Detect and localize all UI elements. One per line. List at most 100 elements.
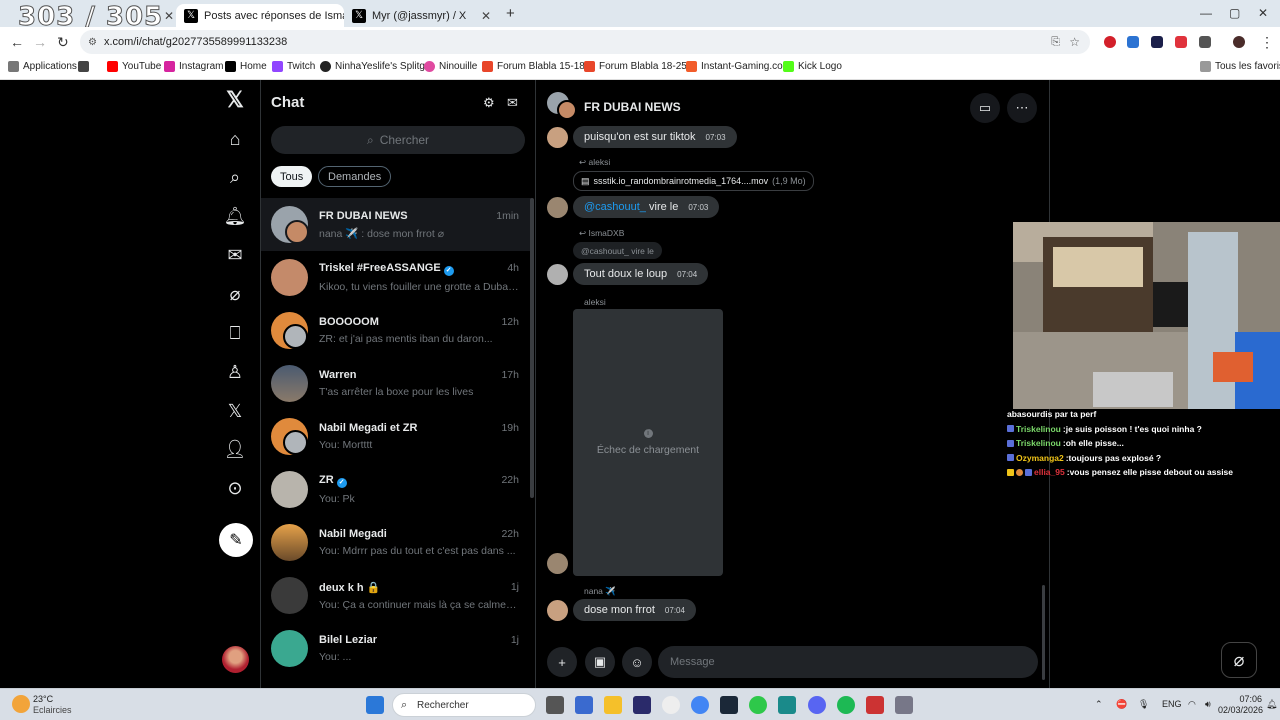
tray-app-icon[interactable]: ⛔ — [1116, 699, 1127, 710]
obs-icon[interactable] — [662, 696, 680, 714]
app-red-icon[interactable] — [866, 696, 884, 714]
tray-chevron-icon[interactable]: ⌃ — [1095, 699, 1103, 710]
x-logo-icon[interactable]: 𝕏 — [222, 87, 248, 113]
clock-date[interactable]: 02/03/2026 — [1218, 705, 1263, 715]
message-bubble[interactable]: Tout doux le loup 07:04 — [573, 263, 709, 285]
bookmark-grid[interactable] — [78, 61, 89, 72]
site-info-icon[interactable]: ⚙ — [88, 37, 97, 48]
more-circle-icon[interactable]: ⊙ — [222, 475, 248, 501]
more-options-button[interactable]: ⋯ — [1007, 93, 1037, 123]
notifications-icon[interactable]: 🔔︎ — [1266, 699, 1277, 710]
bookmark-instant-gaming[interactable]: Instant-Gaming.com — [686, 61, 791, 72]
search-icon[interactable]: ⌕ — [222, 164, 248, 190]
message-bubble[interactable]: @cashouut_ vire le 07:03 — [573, 196, 720, 218]
extension-audio-icon[interactable] — [1127, 36, 1139, 48]
conversation-item[interactable]: Nabil Megadi et ZR 19h You: Mortttt — [261, 410, 531, 463]
gif-button[interactable]: ▣ — [585, 647, 615, 677]
volume-icon[interactable]: 🔊︎ — [1205, 699, 1211, 710]
chat-list-scrollbar[interactable] — [530, 198, 534, 498]
conversation-scrollbar[interactable] — [1042, 585, 1045, 680]
bookmark-home[interactable]: Home — [225, 61, 267, 72]
premiere-icon[interactable] — [633, 696, 651, 714]
conversation-item[interactable]: Warren 17h T'as arrêter la boxe pour les l… — [261, 357, 531, 410]
clock-time[interactable]: 07:06 — [1226, 694, 1262, 704]
extensions-puzzle-icon[interactable] — [1199, 36, 1211, 48]
tab-myr[interactable]: 𝕏 Myr (@jassmyr) / X ✕ — [344, 4, 499, 27]
video-call-button[interactable]: ▭ — [970, 93, 1000, 123]
bookmark-youtube[interactable]: YouTube — [107, 61, 161, 72]
bookmark-kick[interactable]: Kick Logo — [783, 61, 842, 72]
conversation-title[interactable]: FR DUBAI NEWS — [584, 100, 681, 114]
profile-person-icon[interactable]: 👤︎ — [222, 436, 248, 462]
bookmark-star-icon[interactable]: ☆ — [1069, 35, 1080, 49]
profile-avatar-icon[interactable] — [1233, 36, 1245, 48]
emoji-button[interactable]: ☺ — [622, 647, 652, 677]
bookmark-instagram[interactable]: Instagram — [164, 61, 223, 72]
bookmark-applications[interactable]: Applications — [8, 61, 77, 72]
sender-avatar[interactable] — [547, 264, 568, 285]
new-message-icon[interactable]: ✉ — [507, 95, 518, 111]
sender-avatar[interactable] — [547, 197, 568, 218]
conversation-item[interactable]: deux k h 🔒 1j You: Ça a continuer mais là … — [261, 569, 531, 622]
app-green-icon[interactable] — [749, 696, 767, 714]
discord-icon[interactable] — [808, 696, 826, 714]
weather-icon[interactable] — [12, 695, 30, 713]
bookmarks-icon[interactable]: ⎕ — [222, 320, 248, 346]
extension-opera-icon[interactable] — [1104, 36, 1116, 48]
message-bubble[interactable]: dose mon frrot 07:04 — [573, 599, 696, 621]
sender-avatar[interactable] — [547, 600, 568, 621]
message-bubble[interactable]: puisqu'on est sur tiktok 07:03 — [573, 126, 737, 148]
bookmark-forum-15-18[interactable]: Forum Blabla 15-18... — [482, 61, 593, 72]
file-explorer-icon[interactable] — [604, 696, 622, 714]
windows-start-icon[interactable] — [366, 696, 384, 714]
sender-avatar[interactable] — [547, 553, 568, 574]
microphone-icon[interactable]: 🎙︎ — [1138, 699, 1149, 710]
account-avatar[interactable] — [222, 646, 249, 673]
message-input[interactable] — [658, 646, 1038, 678]
steam-icon[interactable] — [720, 696, 738, 714]
taskbar-search[interactable]: ⌕ Rechercher — [392, 693, 536, 717]
media-attachment[interactable]: i Échec de chargement — [573, 309, 723, 576]
chat-search-input[interactable]: ⌕ Chercher — [271, 126, 525, 154]
app-teal-icon[interactable] — [778, 696, 796, 714]
wifi-icon[interactable]: ◠ — [1188, 699, 1196, 710]
extension-red-icon[interactable] — [1175, 36, 1187, 48]
spotify-icon[interactable] — [837, 696, 855, 714]
reload-icon[interactable]: ↻ — [57, 34, 69, 51]
conversation-item[interactable]: Bilel Leziar 1j You: ... — [261, 622, 531, 675]
bookmark-twitch[interactable]: Twitch — [272, 61, 315, 72]
url-input[interactable]: ⚙ x.com/i/chat/g2027735589991133238 ⎘ ☆ — [80, 30, 1090, 54]
filter-all-button[interactable]: Tous — [271, 166, 313, 187]
bookmark-forum-18-25[interactable]: Forum Blabla 18-25... — [584, 61, 695, 72]
conversation-item[interactable]: BOOOOOM 12h ZR: et j'ai pas mentis iban du… — [261, 304, 531, 357]
file-attachment[interactable]: ▤ ssstik.io_randombrainrotmedia_1764....m… — [573, 171, 814, 191]
maximize-button[interactable]: ▢ — [1229, 6, 1240, 20]
premium-x-icon[interactable]: 𝕏 — [222, 398, 248, 424]
copilot-icon[interactable] — [575, 696, 593, 714]
settings-gear-icon[interactable]: ⚙ — [483, 95, 495, 111]
bookmark-all-favorites[interactable]: Tous les favoris — [1200, 61, 1280, 72]
language-indicator[interactable]: ENG — [1162, 699, 1182, 709]
sender-avatar[interactable] — [547, 127, 568, 148]
messages-envelope-icon[interactable]: ✉ — [222, 242, 248, 268]
mention-link[interactable]: @cashouut_ — [584, 201, 646, 213]
jobs-icon[interactable]: ♙ — [222, 359, 248, 385]
calculator-icon[interactable] — [895, 696, 913, 714]
filter-requests-button[interactable]: Demandes — [318, 166, 392, 187]
minimize-button[interactable]: — — [1200, 6, 1212, 20]
grok-floating-button[interactable]: ⌀ — [1221, 642, 1257, 678]
chrome-icon[interactable] — [691, 696, 709, 714]
tab-posts-isma[interactable]: 𝕏 Posts avec réponses de IsmaDX ✕ — [176, 4, 344, 27]
home-icon[interactable]: ⌂ — [222, 126, 248, 152]
grok-icon[interactable]: ⌀ — [222, 281, 248, 307]
conversation-item[interactable]: ZR ✓ 22h You: Pk — [261, 463, 531, 516]
bookmark-splitgate[interactable]: NinhaYeslife's Splitg... — [320, 61, 433, 72]
quoted-message[interactable]: @cashouut_ vire le — [573, 242, 662, 259]
conversation-item[interactable]: FR DUBAI NEWS 1min nana ✈️ : dose mon frro… — [261, 198, 531, 251]
install-icon[interactable]: ⎘ — [1051, 36, 1060, 49]
extension-dark-icon[interactable] — [1151, 36, 1163, 48]
bookmark-ninouille[interactable]: Ninouille — [424, 61, 477, 72]
close-tab-icon[interactable]: ✕ — [164, 9, 174, 23]
close-tab-icon[interactable]: ✕ — [481, 9, 491, 23]
conversation-item[interactable]: Nabil Megadi 22h You: Mdrrr pas du tout et… — [261, 516, 531, 569]
